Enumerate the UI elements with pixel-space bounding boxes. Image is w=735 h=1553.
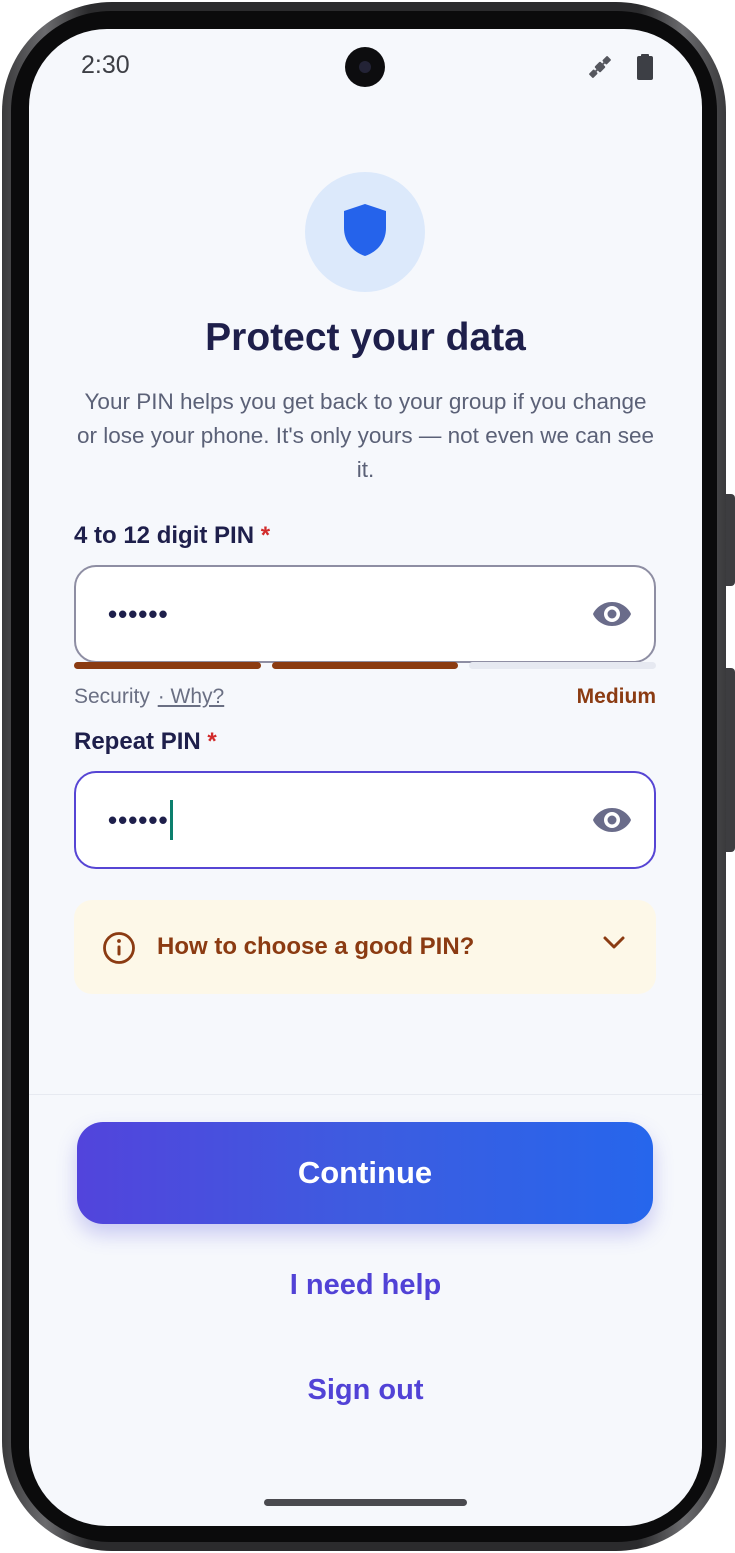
divider [29,1094,702,1095]
home-indicator[interactable] [264,1499,467,1506]
chevron-down-icon [602,935,626,956]
continue-button[interactable]: Continue [77,1122,653,1224]
strength-segment [271,662,459,669]
strength-segment [74,662,261,669]
page-subtitle: Your PIN helps you get back to your grou… [76,389,655,482]
pin-input-value: •••••• [108,598,169,629]
text-cursor [169,800,173,840]
required-mark: * [207,728,217,755]
status-time: 2:30 [81,51,130,79]
strength-meter [74,662,657,670]
app-screen: 2:30 Protect your data Your PIN helps yo… [29,29,702,1526]
repeat-pin-label: Repeat PIN * [74,728,217,756]
pin-input[interactable]: •••••• [74,565,656,663]
satellite-icon [586,53,614,86]
front-camera [345,47,385,87]
battery-icon [636,53,654,86]
eye-icon[interactable] [590,798,634,842]
volume-button [726,668,735,852]
shield-icon [341,202,389,263]
help-button[interactable]: I need help [29,1269,702,1302]
required-mark: * [260,522,271,549]
shield-badge [305,172,425,292]
security-row: Security · Why? Medium [74,685,656,709]
info-icon [102,931,136,970]
security-info: Security · Why? [74,685,224,709]
repeat-pin-input[interactable]: •••••• [74,771,656,869]
sign-out-button[interactable]: Sign out [29,1374,702,1407]
repeat-pin-label-text: Repeat PIN [74,728,201,755]
tip-label: How to choose a good PIN? [157,933,475,960]
repeat-pin-input-value: •••••• [108,800,173,840]
strength-segment [469,662,657,669]
eye-icon[interactable] [590,592,634,636]
page-title: Protect your data [205,316,526,359]
why-link[interactable]: · Why? [158,685,225,708]
power-button [726,494,735,586]
security-label: Security [74,685,150,708]
pin-tip-accordion[interactable]: How to choose a good PIN? [74,900,656,994]
pin-field-label: 4 to 12 digit PIN * [74,522,270,550]
status-icons [586,53,654,86]
repeat-pin-dots: •••••• [108,804,169,835]
pin-field-label-text: 4 to 12 digit PIN [74,522,255,549]
strength-value: Medium [576,685,656,708]
